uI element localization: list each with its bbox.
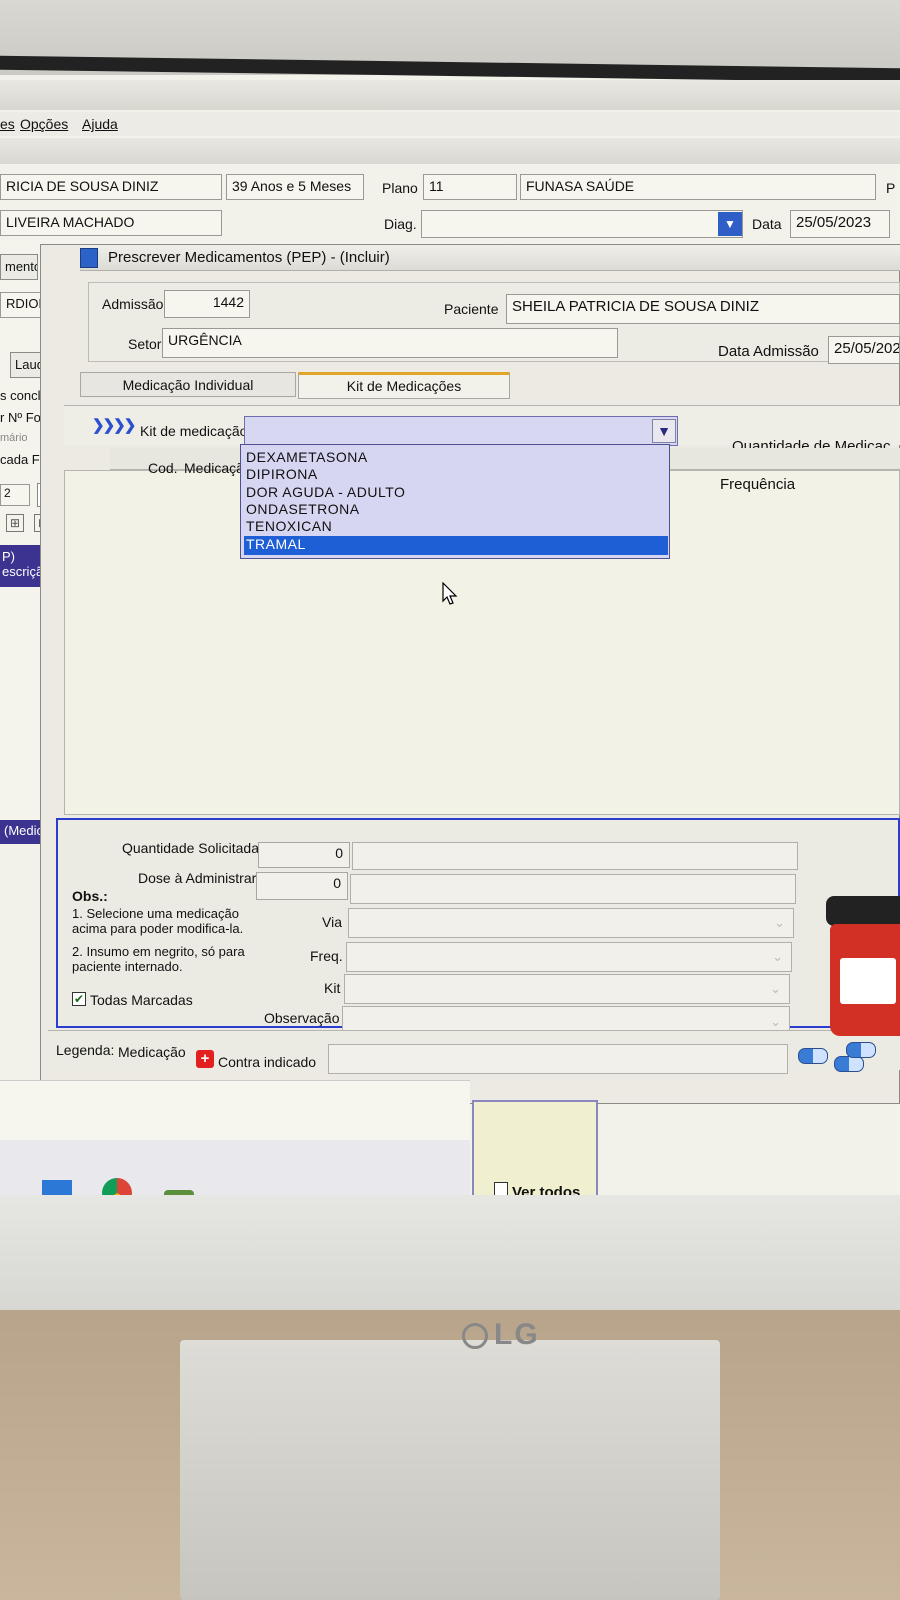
monitor-stand [180, 1340, 720, 1600]
tab-medicacao-individual[interactable]: Medicação Individual [80, 372, 296, 397]
menu-bar: es Opções Ajuda [0, 112, 900, 136]
kit-select[interactable]: ⌄ [344, 974, 790, 1004]
kit-combo[interactable] [244, 416, 678, 446]
freq-select[interactable]: ⌄ [346, 942, 792, 972]
window-title-band [0, 80, 900, 110]
dialog-title: Prescrever Medicamentos (PEP) - (Incluir… [80, 245, 900, 271]
column-frequencia[interactable]: Frequência [720, 476, 795, 493]
zoom-select[interactable]: 2 [0, 484, 30, 506]
legend-label: Legenda: [56, 1042, 115, 1058]
plano-name-field[interactable]: FUNASA SAÚDE [520, 174, 876, 200]
legend-contra-indicado: Contra indicado [218, 1054, 317, 1070]
medication-name-field[interactable] [352, 842, 798, 870]
obs-title: Obs.: [72, 888, 108, 904]
kit-label: Kit de medicação [140, 423, 248, 439]
kit-option[interactable]: DOR AGUDA - ADULTO [244, 484, 668, 502]
kit-option[interactable]: ONDASETRONA [244, 501, 668, 519]
qtd-solicitada-field[interactable]: 0 [258, 842, 350, 868]
kit-option[interactable]: TENOXICAN [244, 518, 668, 536]
kit-option[interactable]: DEXAMETASONA [244, 449, 668, 467]
lg-logo-icon [462, 1323, 488, 1350]
plano-code-field[interactable]: 11 [423, 174, 517, 200]
admissao-label: Admissão [102, 296, 164, 312]
menu-item-partial[interactable]: es [0, 116, 15, 132]
lg-logo-text: LG [494, 1318, 540, 1351]
grid-icon[interactable]: ⊞ [6, 514, 24, 532]
plano-label: Plano [382, 180, 418, 196]
age-field: 39 Anos e 5 Meses [226, 174, 364, 200]
tab-kit-medicacoes[interactable]: Kit de Medicações [298, 372, 510, 399]
chevron-down-icon[interactable]: ⌄ [770, 1014, 781, 1030]
kit-option[interactable]: DIPIRONA [244, 466, 668, 484]
observacao-label: Observação [264, 1010, 340, 1026]
admissao-field[interactable]: 1442 [164, 290, 250, 318]
chevron-down-icon[interactable]: ⌄ [770, 981, 781, 997]
data-admissao-label: Data Admissão [718, 343, 819, 360]
paciente-label: Paciente [444, 301, 499, 317]
lg-logo: LG [462, 1318, 582, 1358]
chevron-down-icon[interactable]: ⌄ [774, 915, 785, 931]
chevron-down-icon[interactable]: ▼ [718, 212, 742, 236]
dose-unit-field[interactable] [350, 874, 796, 904]
pill-bottle-icon [826, 896, 900, 926]
data-field[interactable]: 25/05/2023 [790, 210, 890, 238]
kit-field-label: Kit [324, 980, 341, 996]
via-label: Via [322, 914, 342, 930]
plano-extra-label: P [886, 180, 896, 196]
obs-note-1: 1. Selecione uma medicação acima para po… [72, 906, 244, 936]
kit-option-selected[interactable]: TRAMAL [244, 536, 668, 555]
ver-todos-checkbox[interactable] [494, 1182, 508, 1196]
column-cod[interactable]: Cod. [148, 460, 178, 476]
kit-dropdown-list[interactable]: DEXAMETASONA DIPIRONA DOR AGUDA - ADULTO… [240, 444, 670, 559]
menu-item-opcoes[interactable]: Opções [20, 116, 68, 132]
via-select[interactable]: ⌄ [348, 908, 794, 938]
data-admissao-field[interactable]: 25/05/202 [828, 336, 900, 364]
pill-bottle-label [840, 958, 896, 1004]
pill-icon [798, 1048, 828, 1064]
dose-field[interactable]: 0 [256, 872, 348, 900]
obs-note-2: 2. Insumo em negrito, só para paciente i… [72, 944, 245, 974]
todas-marcadas-label: Todas Marcadas [90, 992, 193, 1008]
legend-medicacao: Medicação [118, 1044, 186, 1060]
mouse-pointer-icon [442, 582, 458, 605]
setor-field[interactable]: URGÊNCIA [162, 328, 618, 358]
cross-icon: + [196, 1050, 214, 1068]
diag-select[interactable] [421, 210, 743, 238]
left-line-mario: mário [0, 432, 28, 444]
setor-label: Setor [128, 336, 162, 352]
qtd-solicitada-label: Quantidade Solicitada [122, 840, 259, 856]
pill-icon [834, 1056, 864, 1072]
legend-field [328, 1044, 788, 1074]
dose-label: Dose à Administrar [138, 870, 257, 886]
data-label: Data [752, 216, 782, 232]
todas-marcadas-checkbox[interactable]: ✔ [72, 992, 86, 1006]
diag-label: Diag. [384, 216, 417, 232]
pill-icon [846, 1042, 876, 1058]
paciente-field[interactable]: SHEILA PATRICIA DE SOUSA DINIZ [506, 294, 900, 324]
tab-mento[interactable]: mento [0, 254, 38, 280]
menu-item-ajuda[interactable]: Ajuda [82, 116, 118, 132]
toolbar-strip [0, 138, 900, 164]
chevron-down-icon[interactable]: ▼ [652, 419, 676, 443]
arrows-icon: ❯❯❯❯ [92, 417, 136, 434]
freq-label: Freq. [310, 948, 343, 964]
app-icon [80, 248, 98, 268]
chevron-down-icon[interactable]: ⌄ [772, 949, 783, 965]
doctor-field[interactable]: LIVEIRA MACHADO [0, 210, 222, 236]
patient-name-field[interactable]: RICIA DE SOUSA DINIZ [0, 174, 222, 200]
